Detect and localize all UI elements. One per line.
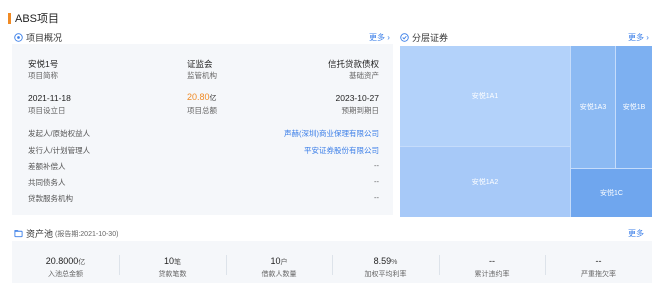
asset-type-label: 基础资产 — [349, 71, 379, 80]
page-title-text: ABS项目 — [15, 13, 60, 25]
party-value-originator[interactable]: 声赫(深圳)商业保理有限公司 — [284, 128, 379, 139]
party-value-compensator: -- — [374, 161, 379, 170]
folder-icon — [14, 230, 23, 238]
stat-value: 10 — [163, 256, 174, 266]
stat-total-amount: 20.8000亿 入池总金额 — [12, 241, 119, 283]
total-amount-value: 20.80 — [187, 92, 210, 102]
project-name: 安悦1号 — [28, 59, 59, 69]
stat-weighted-rate: 8.59% 加权平均利率 — [332, 241, 439, 283]
setup-date: 2021-11-18 — [28, 93, 71, 103]
tranche-tile-b[interactable]: 安悦1B — [615, 46, 652, 168]
chevron-right-icon: › — [385, 33, 390, 42]
chevron-right-icon: › — [644, 33, 649, 42]
stat-unit: 笔 — [174, 259, 181, 266]
maturity-date-label: 预期到期日 — [341, 106, 380, 115]
tranches-header: 分层证券 — [400, 31, 448, 44]
project-name-label: 项目简称 — [28, 71, 58, 80]
stat-unit: 亿 — [78, 259, 86, 266]
stat-value: 20.8000 — [45, 256, 79, 266]
stat-borrower-count: 10户 借款人数量 — [226, 241, 332, 283]
stat-default-rate: -- 累计违约率 — [439, 241, 545, 283]
party-value-servicer: -- — [374, 193, 379, 202]
regulator: 证监会 — [187, 59, 213, 69]
maturity-date: 2023-10-27 — [335, 93, 379, 103]
stat-label: 贷款笔数 — [158, 271, 187, 278]
party-label-originator: 发起人/原始权益人 — [28, 129, 91, 138]
tranche-tile-a1[interactable]: 安悦1A1 — [400, 46, 570, 146]
party-value-issuer[interactable]: 平安证券股份有限公司 — [304, 145, 379, 156]
stat-unit: % — [391, 259, 398, 266]
stat-value: 10 — [270, 256, 281, 266]
party-label-servicer: 贷款服务机构 — [28, 194, 73, 203]
stat-label: 借款人数量 — [261, 271, 297, 278]
layers-circle-icon — [400, 33, 409, 42]
stat-value: -- — [489, 256, 495, 266]
stat-label: 严重拖欠率 — [581, 271, 616, 278]
tranche-tile-a2[interactable]: 安悦1A2 — [400, 146, 570, 217]
stat-value: -- — [595, 256, 602, 266]
title-accent-bar — [8, 12, 11, 24]
asset-type: 信托贷款债权 — [327, 59, 379, 69]
party-value-co-debtor: -- — [374, 177, 379, 186]
tranches-header-text: 分层证券 — [412, 33, 449, 43]
stat-unit: 户 — [280, 259, 288, 266]
pool-report-date: (报告期:2021-10-30) — [55, 230, 119, 238]
overview-card: 安悦1号 项目简称 证监会 监管机构 信托贷款债权 基础资产 2021-11-1… — [12, 44, 393, 215]
tranches-more-link[interactable]: 更多 › — [628, 32, 649, 43]
party-label-compensator: 差额补偿人 — [28, 162, 66, 171]
overview-header: 项目概况 — [14, 31, 62, 44]
party-label-co-debtor: 共同债务人 — [28, 178, 66, 187]
party-label-issuer: 发行人/计划管理人 — [28, 146, 91, 155]
stat-value: 8.59 — [373, 256, 392, 266]
stat-label: 入池总金额 — [48, 271, 83, 278]
pool-header-text: 资产池 — [26, 229, 54, 239]
tranche-tile-a3[interactable]: 安悦1A3 — [570, 46, 615, 168]
abs-project-panel: ABS项目 项目概况 更多 › 分层证券 更多 › 安悦1号 项目简称 证监会 … — [0, 0, 658, 303]
tranche-treemap: 安悦1A1 安悦1A2 安悦1A3 安悦1B 安悦1C — [400, 46, 652, 217]
stat-label: 加权平均利率 — [364, 271, 407, 278]
tranche-tile-c[interactable]: 安悦1C — [570, 168, 652, 217]
page-title: ABS项目 — [8, 11, 59, 25]
total-amount-unit: 亿 — [209, 95, 217, 102]
total-amount: 20.80亿 — [187, 92, 217, 103]
pool-header: 资产池 (报告期:2021-10-30) — [14, 227, 118, 240]
overview-more-link[interactable]: 更多 › — [369, 32, 390, 43]
stat-delinquency-rate: -- 严重拖欠率 — [545, 241, 652, 283]
overview-header-text: 项目概况 — [26, 33, 63, 43]
pool-stats-card: 20.8000亿 入池总金额 10笔 贷款笔数 10户 借款人数量 8.59% … — [12, 241, 652, 283]
total-amount-label: 项目总额 — [187, 106, 217, 115]
stat-label: 累计违约率 — [474, 271, 510, 278]
setup-date-label: 项目设立日 — [28, 106, 66, 115]
stat-loan-count: 10笔 贷款笔数 — [119, 241, 226, 283]
regulator-label: 监管机构 — [187, 71, 217, 80]
info-circle-icon — [14, 33, 23, 42]
pool-more-link[interactable]: 更多 — [628, 228, 644, 239]
